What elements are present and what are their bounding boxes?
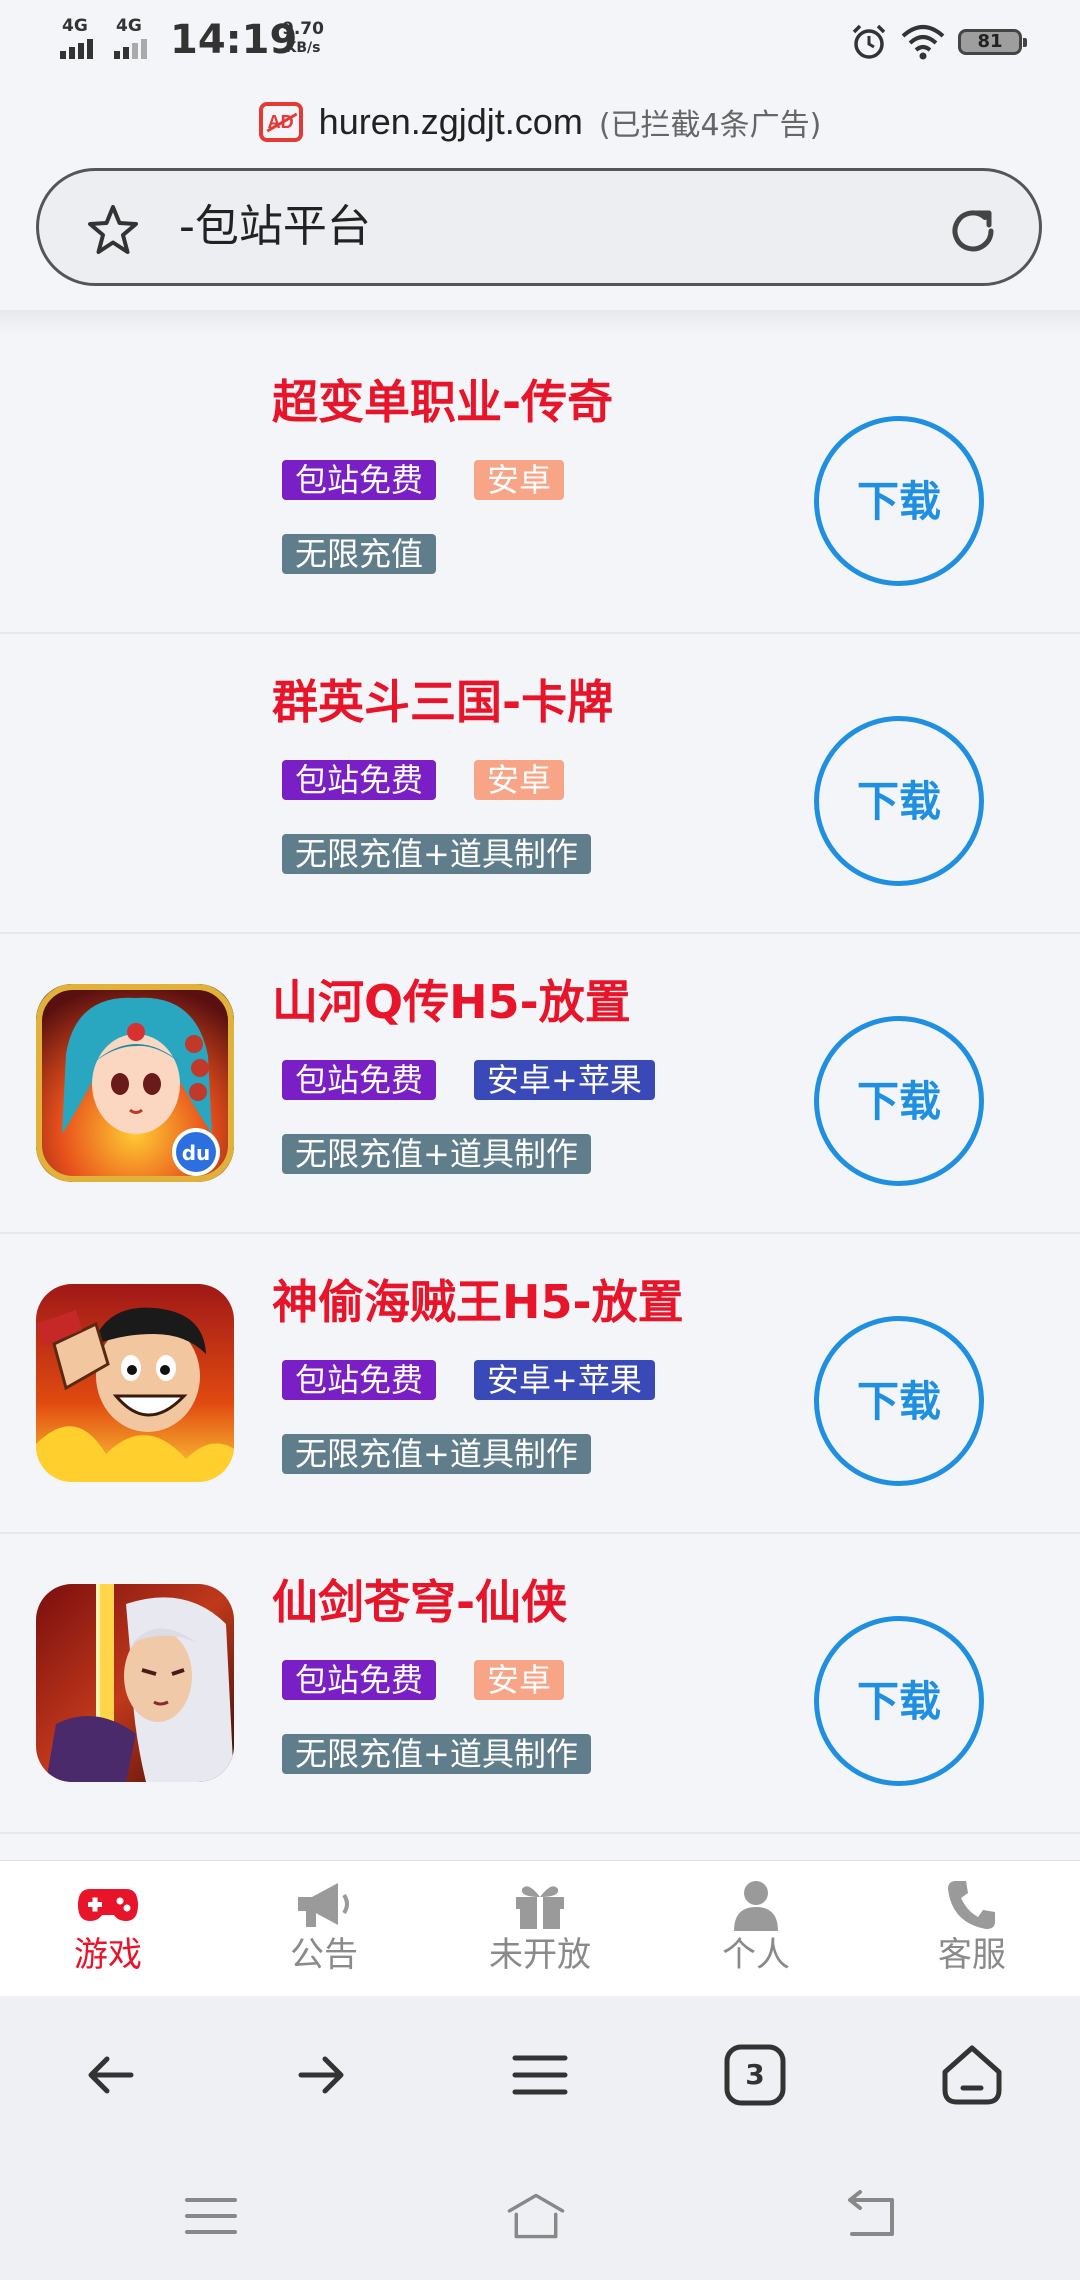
game-title[interactable]: 山河Q传H5-放置 [272,972,631,1032]
ad-block-icon[interactable]: AD [258,102,303,142]
tab-games[interactable]: 游戏 [33,1879,183,1975]
game-title[interactable]: 神偷海贼王H5-放置 [272,1272,684,1332]
wifi-icon [901,25,945,60]
network-type-1: 4G [62,16,88,36]
page-domain[interactable]: huren.zgjdjt.com [319,101,583,143]
pirate-game-icon[interactable] [36,1284,234,1482]
tab-support[interactable]: 客服 [897,1879,1047,1975]
system-navigation [0,2154,1080,2280]
swordsman-game-icon[interactable] [36,1584,234,1782]
tab-profile[interactable]: 个人 [681,1879,831,1975]
tab-label: 个人 [722,1935,790,1975]
tab-label: 公告 [290,1935,358,1975]
gift-icon [516,1886,564,1929]
svg-text:du: du [182,1141,211,1165]
phone-icon [948,1881,995,1929]
game-list-item[interactable]: 群英斗三国-卡牌 包站免费 安卓 无限充值+道具制作 下载 [0,634,1080,934]
game-list-item[interactable]: du 山河Q传H5-放置 包站免费 安卓+苹果 无限充值+道具制作 下载 [0,934,1080,1234]
url-info[interactable]: AD huren.zgjdjt.com (已拦截4条广告) [0,92,1080,152]
ads-blocked-count: (已拦截4条广告) [598,108,822,143]
refresh-icon[interactable] [943,201,1003,261]
home-icon[interactable] [937,2040,1007,2110]
tag-free: 包站免费 [282,460,437,500]
clock: 14:19 [170,17,298,63]
tag-free: 包站免费 [282,1060,437,1100]
recent-apps-icon[interactable] [181,2186,241,2246]
back-nav-icon[interactable] [840,2186,900,2246]
game-title[interactable]: 群英斗三国-卡牌 [272,672,613,732]
download-button[interactable]: 下载 [814,716,984,886]
tab-unopened[interactable]: 未开放 [465,1879,615,1975]
tag-feature: 无限充值+道具制作 [282,1734,591,1774]
signal-bars-icon [114,39,150,59]
download-button[interactable]: 下载 [814,1016,984,1186]
tag-platform: 安卓+苹果 [474,1360,655,1400]
tag-feature: 无限充值+道具制作 [282,1134,591,1174]
back-arrow-icon[interactable] [75,2040,145,2110]
tag-free: 包站免费 [282,760,437,800]
alarm-icon [852,24,886,59]
cell-signal-1: 4G [60,18,96,59]
bottom-tab-bar: 游戏 公告 未开放 个人 客服 [0,1860,1080,1997]
tab-label: 客服 [938,1935,1006,1975]
signal-bars-icon [60,39,96,59]
tabs-button[interactable]: 3 [720,2040,790,2110]
megaphone-icon [298,1883,349,1927]
download-button[interactable]: 下载 [814,416,984,586]
game-title[interactable]: 仙剑苍穹-仙侠 [272,1572,567,1632]
status-icons: 81 [850,22,1027,62]
game-list: 超变单职业-传奇 包站免费 安卓 无限充值 下载 群英斗三国-卡牌 包站免费 安… [0,334,1080,1834]
game-title[interactable]: 超变单职业-传奇 [272,372,613,432]
battery-icon: 81 [958,29,1027,55]
forward-arrow-icon[interactable] [287,2040,357,2110]
cell-signal-2: 4G [114,18,150,59]
fantasy-girl-game-icon[interactable]: du [36,984,234,1182]
tab-label: 未开放 [489,1935,591,1975]
tag-platform: 安卓 [474,460,565,500]
tag-feature: 无限充值+道具制作 [282,1434,591,1474]
bookmark-star-icon[interactable] [83,201,143,261]
download-button[interactable]: 下载 [814,1616,984,1786]
tag-free: 包站免费 [282,1360,437,1400]
person-icon [734,1881,778,1931]
tag-platform: 安卓 [474,1660,565,1700]
menu-icon[interactable] [505,2040,575,2110]
gamepad-icon [78,1889,138,1921]
tag-free: 包站免费 [282,1660,437,1700]
tag-platform: 安卓 [474,760,565,800]
browser-toolbar: 3 [0,1996,1080,2154]
game-list-item[interactable]: 神偷海贼王H5-放置 包站免费 安卓+苹果 无限充值+道具制作 下载 [0,1234,1080,1534]
download-button[interactable]: 下载 [814,1316,984,1486]
network-speed: 9.70 KB/s [282,20,324,58]
speed-value: 9.70 [282,19,324,39]
game-list-item[interactable]: 仙剑苍穹-仙侠 包站免费 安卓 无限充值+道具制作 下载 [0,1534,1080,1834]
game-list-item[interactable]: 超变单职业-传奇 包站免费 安卓 无限充值 下载 [0,334,1080,634]
network-type-2: 4G [116,16,142,36]
scroll-shadow [0,310,1080,334]
speed-unit: KB/s [285,40,321,56]
tab-count: 3 [745,2058,765,2091]
address-bar[interactable]: -包站平台 [36,168,1042,286]
tag-feature: 无限充值+道具制作 [282,834,591,874]
page-title[interactable]: -包站平台 [179,171,371,283]
tab-label: 游戏 [74,1935,142,1975]
tag-feature: 无限充值 [282,534,437,574]
tab-announcements[interactable]: 公告 [249,1879,399,1975]
home-nav-icon[interactable] [506,2186,566,2246]
status-bar: 4G 4G 14:19 9.70 KB/s 81 [0,0,1080,82]
tag-platform: 安卓+苹果 [474,1060,655,1100]
